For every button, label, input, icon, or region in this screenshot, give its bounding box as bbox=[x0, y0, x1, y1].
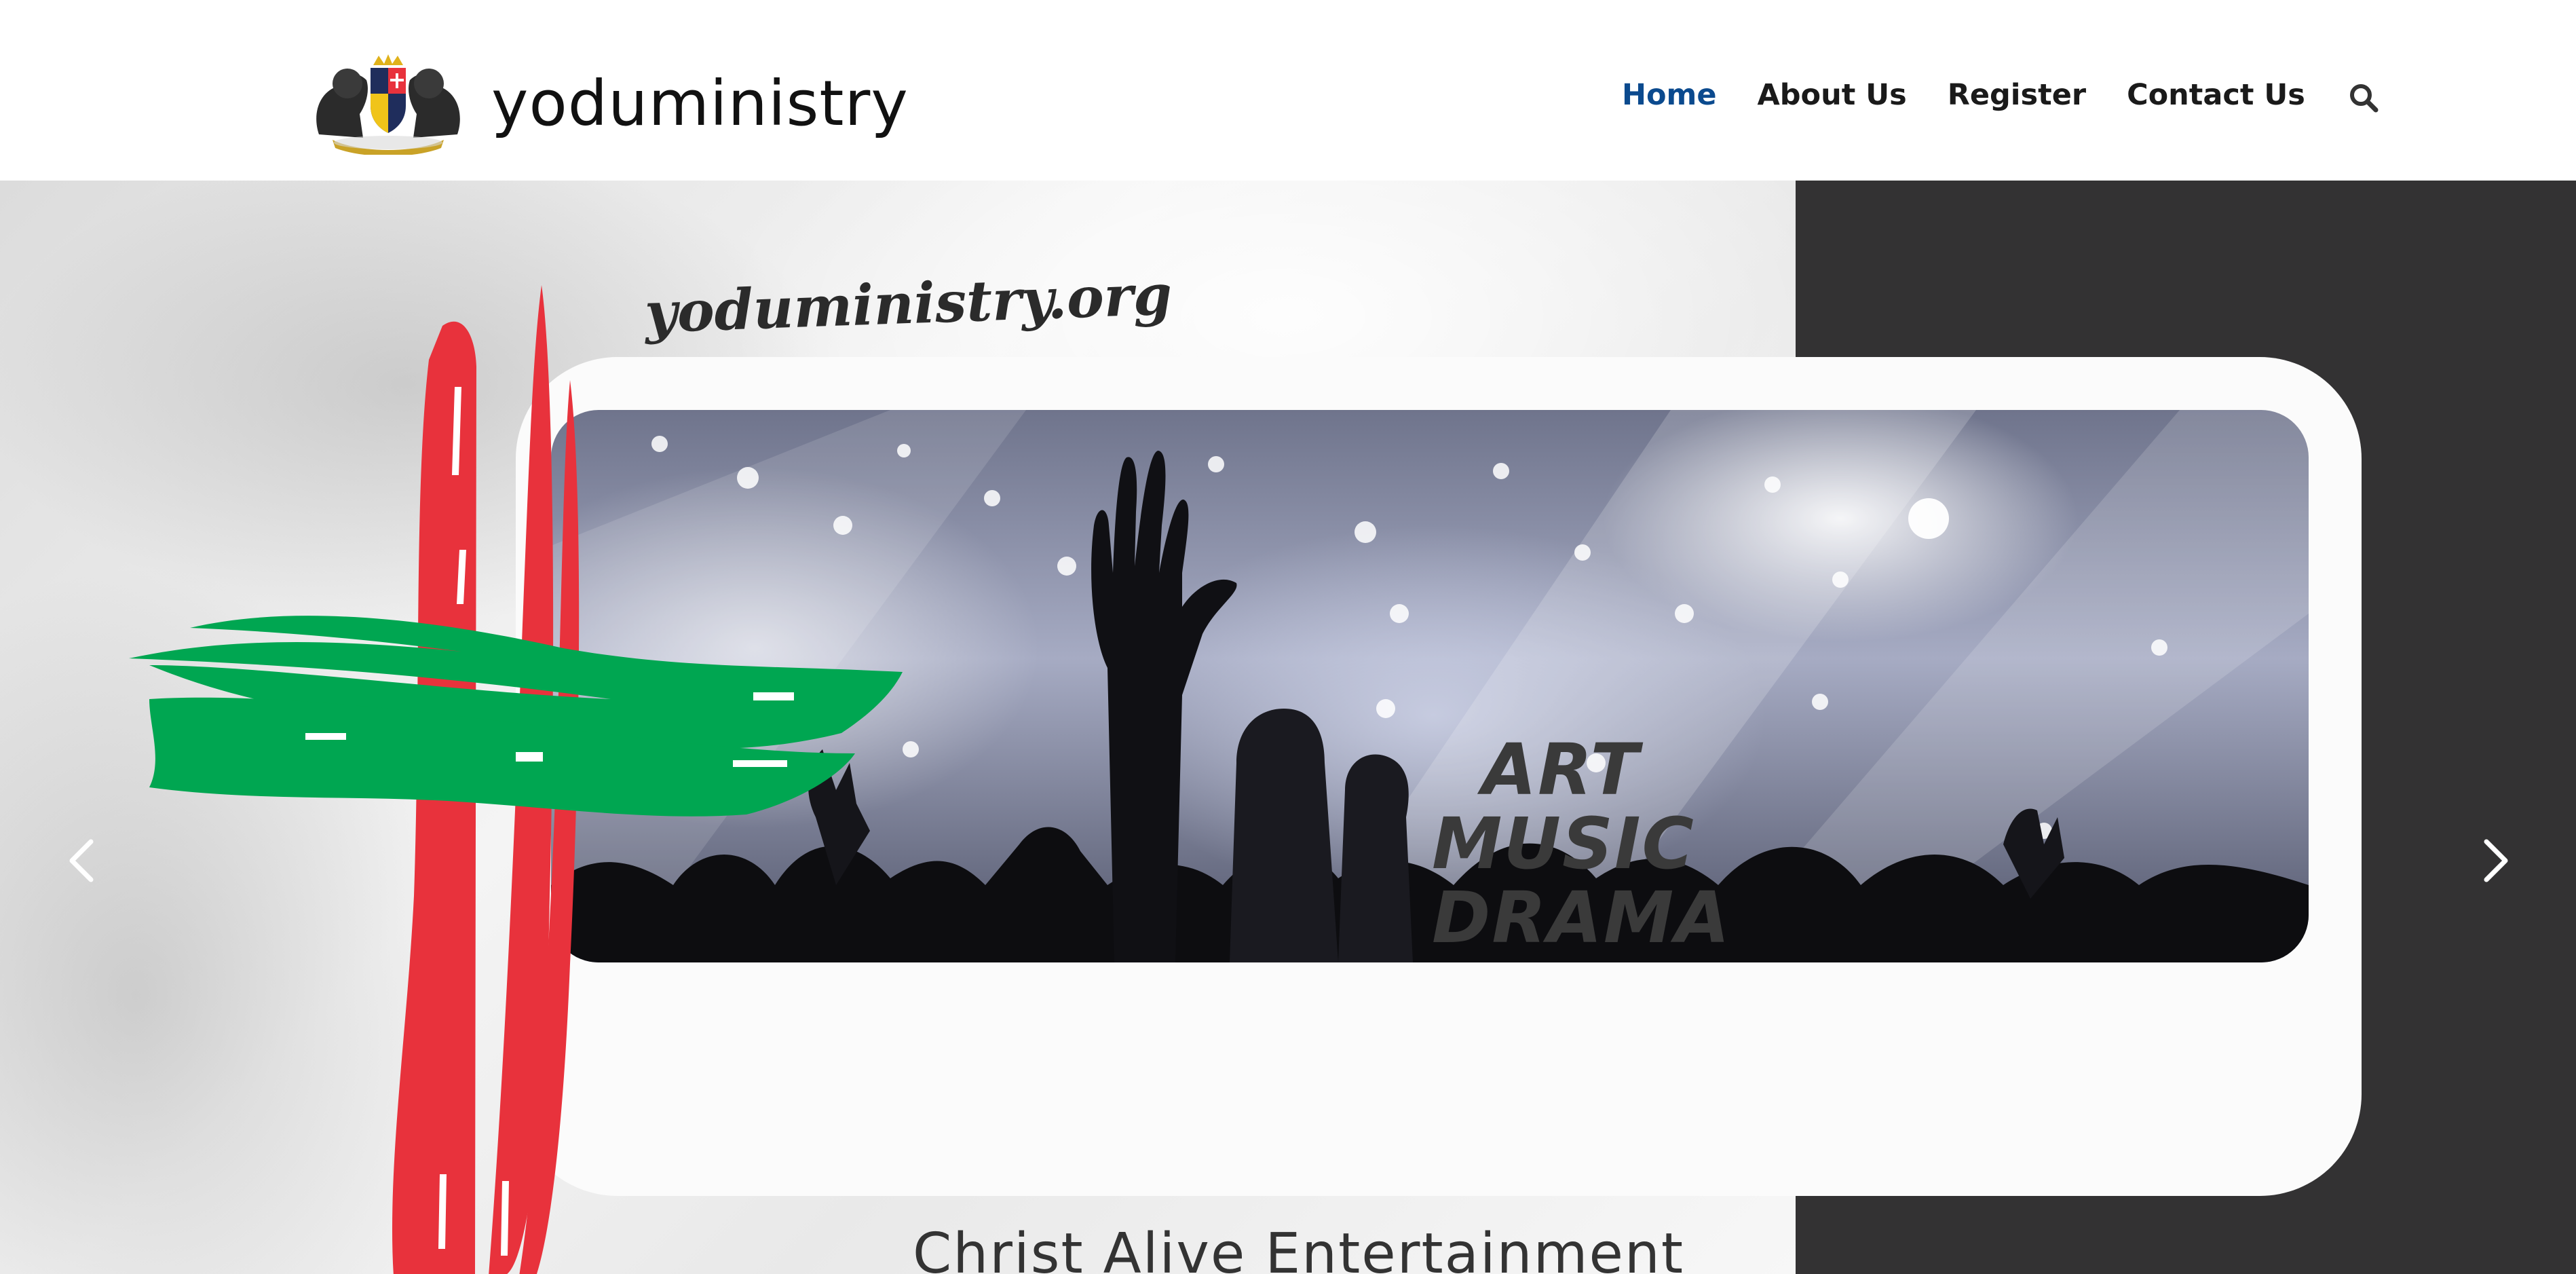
banner-headline: ART MUSIC DRAMA bbox=[1432, 728, 1731, 960]
site-header: yoduministry Home About Us Register Cont… bbox=[0, 0, 2576, 181]
lion-crest-logo-icon bbox=[316, 54, 460, 155]
banner-line-music: MUSIC bbox=[1432, 802, 1695, 886]
nav-contact-us[interactable]: Contact Us bbox=[2127, 80, 2305, 110]
banner-line-drama: DRAMA bbox=[1432, 876, 1731, 960]
cross-graphic bbox=[129, 285, 903, 1274]
page: yoduministry Home About Us Register Cont… bbox=[0, 0, 2576, 1274]
nav-register[interactable]: Register bbox=[1948, 80, 2086, 110]
brand-name: yoduministry bbox=[491, 67, 909, 140]
hero-subtitle: Christ Alive Entertainment bbox=[913, 1222, 1685, 1274]
brand[interactable]: yoduministry bbox=[305, 53, 909, 155]
chevron-right-icon[interactable] bbox=[2476, 833, 2516, 888]
nav-about-us[interactable]: About Us bbox=[1758, 80, 1907, 110]
chevron-left-icon[interactable] bbox=[61, 833, 102, 888]
nav-home[interactable]: Home bbox=[1622, 80, 1717, 110]
banner-line-art: ART bbox=[1481, 728, 1640, 811]
search-icon[interactable] bbox=[2347, 81, 2380, 114]
main-nav: Home About Us Register Contact Us bbox=[1622, 76, 2380, 114]
